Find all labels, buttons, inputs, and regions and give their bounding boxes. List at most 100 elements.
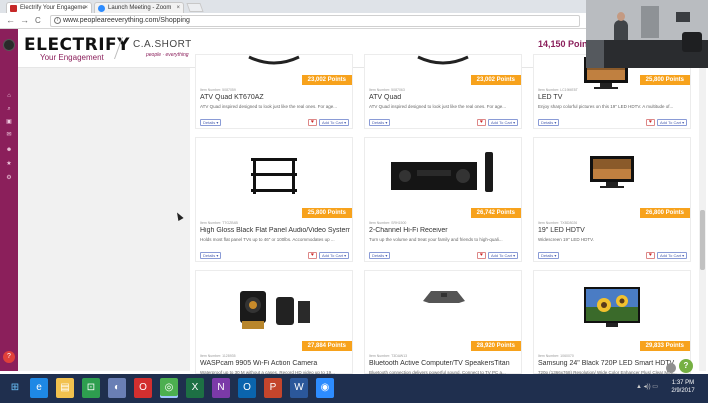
chat-help-button[interactable]: ?: [679, 359, 693, 373]
outlook-icon[interactable]: O: [238, 378, 256, 398]
address-bar[interactable]: i www.peoplearеeverything.com/Shopping: [50, 15, 580, 27]
webcam-chair: [682, 32, 702, 52]
product-name[interactable]: 19" LED HDTV: [538, 227, 688, 234]
points-price-badge: 23,002 Points: [301, 75, 352, 85]
browser-tab-zoom[interactable]: Launch Meeting - Zoom ×: [94, 2, 184, 13]
user-avatar[interactable]: [3, 39, 15, 51]
product-name[interactable]: LED TV: [538, 94, 688, 101]
store-icon[interactable]: ⊡: [82, 378, 100, 398]
chrome-icon[interactable]: ◎: [160, 378, 178, 398]
home-icon[interactable]: ⌂: [5, 93, 13, 99]
star-icon[interactable]: ★: [5, 161, 13, 167]
product-description: ATV Quad inspired designed to look just …: [200, 104, 337, 109]
powerpoint-icon[interactable]: P: [264, 378, 282, 398]
tab-close-icon[interactable]: ×: [176, 3, 180, 13]
help-button[interactable]: ?: [3, 351, 15, 363]
new-tab-button[interactable]: [186, 3, 204, 12]
add-to-cart-button[interactable]: Add To Cart ▾: [488, 252, 519, 259]
product-image[interactable]: [365, 55, 521, 75]
opera-icon[interactable]: O: [134, 378, 152, 398]
system-tray[interactable]: ▲ ◂)) ▭: [636, 383, 658, 390]
product-card[interactable]: 28,920 Points Item Number: T3DAW13 Bluetoo…: [364, 270, 522, 375]
product-image[interactable]: [196, 271, 352, 341]
electrify-logo[interactable]: ELECTRIFY: [24, 35, 130, 55]
people-icon[interactable]: ◐: [108, 378, 126, 398]
product-description: Holds most flat panel TVs up to 46" or 1…: [200, 237, 335, 242]
product-name[interactable]: ATV Quad KT670AZ: [200, 94, 350, 101]
zoom-icon[interactable]: ◉: [316, 378, 334, 398]
atv-image: [413, 55, 473, 74]
partner-tagline: people · everything: [146, 52, 189, 58]
back-button[interactable]: ←: [6, 15, 15, 26]
product-card[interactable]: 23,002 Points Item Number: 5087063 ATV Qua…: [364, 54, 522, 129]
product-description: Widescreen 19" LED HDTV.: [538, 237, 594, 242]
product-card[interactable]: 26,800 Points Item Number: TXBD8026 19" LE…: [533, 137, 691, 262]
taskbar-clock[interactable]: 1:37 PM 2/9/2017: [660, 379, 706, 395]
tab-title: Launch Meeting - Zoom: [108, 5, 172, 11]
product-card[interactable]: 27,884 Points Item Number: 1128935 WASPcam…: [195, 270, 353, 375]
electrify-favicon-icon: [10, 5, 17, 12]
atv-image: [244, 55, 304, 74]
add-to-cart-button[interactable]: Add To Cart ▾: [657, 119, 688, 126]
product-name[interactable]: High Gloss Black Flat Panel Audio/Video …: [200, 227, 350, 234]
product-name[interactable]: ATV Quad: [369, 94, 519, 101]
ie-icon[interactable]: e: [30, 378, 48, 398]
details-button[interactable]: Details ▾: [538, 252, 560, 259]
tab-close-icon[interactable]: ×: [84, 3, 88, 13]
gift-icon[interactable]: ▣: [5, 119, 13, 125]
reload-button[interactable]: C: [35, 15, 41, 26]
add-to-cart-button[interactable]: Add To Cart ▾: [319, 119, 350, 126]
users-icon[interactable]: ☻: [5, 147, 13, 153]
product-card[interactable]: 26,742 Points Item Number: SRH1500 2-Chann…: [364, 137, 522, 262]
mail-icon[interactable]: ✉: [5, 132, 13, 138]
wishlist-heart-icon[interactable]: ♥: [477, 252, 486, 259]
screen: Electrify Your Engageme × Launch Meeting…: [0, 0, 708, 403]
scrollbar-thumb[interactable]: [700, 210, 705, 270]
explorer-icon[interactable]: ▤: [56, 378, 74, 398]
points-price-badge: 29,833 Points: [639, 341, 690, 351]
settings-icon[interactable]: ⚙: [5, 175, 13, 181]
product-description: Turn up the volume and treat your family…: [369, 237, 503, 242]
start-button[interactable]: ⊞: [6, 378, 24, 398]
receiver-image: [389, 150, 499, 199]
product-image[interactable]: [534, 138, 690, 208]
product-card[interactable]: 25,800 Points Item Number: TTGZB4B High Gl…: [195, 137, 353, 262]
product-card[interactable]: 29,833 Points Item Number: 1060070 Samsung…: [533, 270, 691, 375]
excel-icon[interactable]: X: [186, 378, 204, 398]
wishlist-heart-icon[interactable]: ♥: [308, 119, 317, 126]
details-button[interactable]: Details ▾: [200, 119, 222, 126]
site-info-icon[interactable]: i: [54, 17, 61, 24]
partner-logo: C.A.SHORT: [133, 39, 192, 50]
product-image[interactable]: [196, 138, 352, 208]
wishlist-heart-icon[interactable]: ♥: [646, 119, 655, 126]
product-description: Enjoy sharp colorful pictures on this 19…: [538, 104, 674, 109]
product-name[interactable]: Bluetooth Active Computer/TV SpeakersTit…: [369, 360, 519, 367]
product-image[interactable]: [534, 271, 690, 341]
wishlist-heart-icon[interactable]: ♥: [308, 252, 317, 259]
wishlist-heart-icon[interactable]: ♥: [477, 119, 486, 126]
add-to-cart-button[interactable]: Add To Cart ▾: [319, 252, 350, 259]
tv-image: [588, 154, 636, 195]
product-name[interactable]: WASPcam 9905 Wi-Fi Action Camera: [200, 360, 350, 367]
wishlist-heart-icon[interactable]: ♥: [646, 252, 655, 259]
chat-minimized-icon[interactable]: [666, 363, 676, 373]
word-icon[interactable]: W: [290, 378, 308, 398]
browser-tab-electrify[interactable]: Electrify Your Engageme ×: [6, 2, 92, 13]
add-to-cart-button[interactable]: Add To Cart ▾: [488, 119, 519, 126]
product-image[interactable]: [365, 271, 521, 341]
sunflower-tv-image: [582, 285, 642, 336]
search-icon[interactable]: ⌕: [5, 106, 13, 112]
camera-image: [236, 283, 316, 338]
product-card[interactable]: 23,002 Points Item Number: 5087059 ATV Qua…: [195, 54, 353, 129]
add-to-cart-button[interactable]: Add To Cart ▾: [657, 252, 688, 259]
onenote-icon[interactable]: N: [212, 378, 230, 398]
forward-button[interactable]: →: [20, 15, 29, 26]
product-name[interactable]: 2-Channel Hi-Fi Receiver: [369, 227, 519, 234]
details-button[interactable]: Details ▾: [369, 252, 391, 259]
product-image[interactable]: [365, 138, 521, 208]
details-button[interactable]: Details ▾: [200, 252, 222, 259]
details-button[interactable]: Details ▾: [538, 119, 560, 126]
product-image[interactable]: [196, 55, 352, 75]
details-button[interactable]: Details ▾: [369, 119, 391, 126]
item-number: Item Number: 5087059: [200, 88, 236, 92]
